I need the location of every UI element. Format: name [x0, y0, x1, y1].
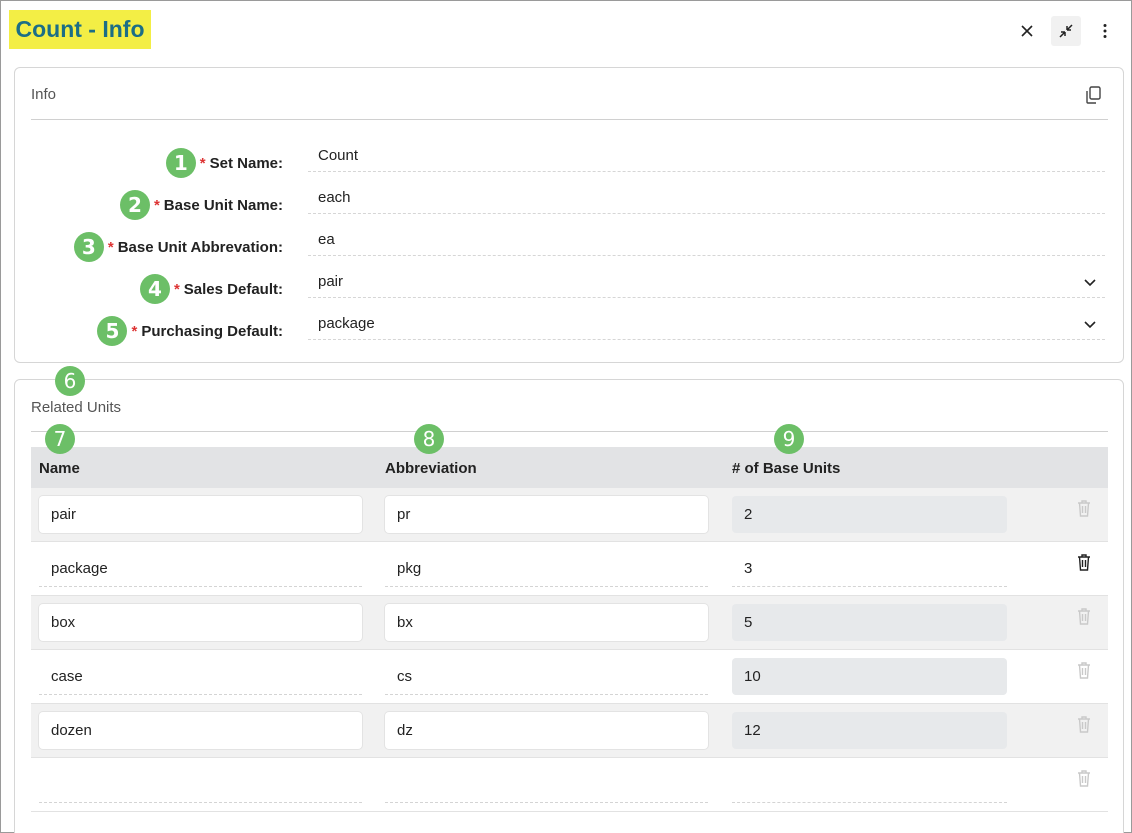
set-name-row: 1 * Set Name: Count: [15, 135, 1125, 178]
unit-name-input[interactable]: package: [39, 550, 362, 587]
sales-default-label-text: Sales Default:: [183, 280, 283, 298]
purchasing-default-label-text: Purchasing Default:: [141, 322, 283, 340]
related-units-card: Related Units Name Abbreviation # of Bas…: [14, 379, 1124, 833]
table-row: dozen dz 12: [31, 704, 1108, 758]
trash-icon[interactable]: [1075, 660, 1093, 680]
trash-icon[interactable]: [1075, 768, 1093, 788]
related-units-divider: [31, 431, 1108, 432]
unit-name-input[interactable]: box: [39, 604, 362, 641]
unit-abbreviation-input[interactable]: cs: [385, 658, 708, 695]
set-name-field[interactable]: Count: [308, 139, 1105, 172]
column-header-abbreviation: Abbreviation: [385, 460, 477, 477]
base-unit-abbreviation-field[interactable]: ea: [308, 223, 1105, 256]
base-unit-name-label: 2 * Base Unit Name:: [119, 190, 283, 220]
collapse-button[interactable]: [1051, 16, 1081, 46]
more-vertical-icon: [1103, 24, 1107, 38]
callout-marker: 1: [165, 148, 196, 178]
base-unit-name-row: 2 * Base Unit Name: each: [15, 177, 1125, 220]
base-unit-name-field[interactable]: each: [308, 181, 1105, 214]
unit-abbreviation-input[interactable]: pkg: [385, 550, 708, 587]
required-indicator: *: [153, 196, 160, 214]
table-row: case cs 10: [31, 650, 1108, 704]
column-header-base-units: # of Base Units: [732, 460, 841, 477]
unit-name-input[interactable]: pair: [39, 496, 362, 533]
table-row: box bx 5: [31, 596, 1108, 650]
close-button[interactable]: [1012, 16, 1042, 46]
base-unit-name-label-text: Base Unit Name:: [163, 196, 283, 214]
base-units-input[interactable]: 12: [732, 712, 1007, 749]
callout-marker: 5: [97, 316, 128, 346]
required-indicator: *: [199, 154, 206, 172]
set-name-label-text: Set Name:: [209, 154, 283, 172]
unit-abbreviation-input[interactable]: pr: [385, 496, 708, 533]
callout-marker: 9: [774, 424, 804, 454]
callout-marker: 6: [55, 366, 85, 396]
window-title-text: Count - Info: [15, 16, 145, 42]
callout-marker: 4: [139, 274, 170, 304]
table-row: pair pr 2: [31, 488, 1108, 542]
unit-abbreviation-input[interactable]: [385, 766, 708, 803]
copy-button[interactable]: [1083, 84, 1105, 106]
info-divider: [31, 119, 1108, 120]
more-options-button[interactable]: [1090, 16, 1120, 46]
unit-abbreviation-input[interactable]: bx: [385, 604, 708, 641]
callout-marker: 2: [119, 190, 150, 220]
table-row-new: [31, 758, 1108, 812]
unit-name-input[interactable]: case: [39, 658, 362, 695]
info-card-title: Info: [31, 86, 57, 103]
base-unit-abbreviation-label: 3 * Base Unit Abbrevation:: [73, 232, 283, 262]
purchasing-default-label: 5 * Purchasing Default:: [97, 316, 283, 346]
sales-default-label: 4 * Sales Default:: [139, 274, 283, 304]
trash-icon[interactable]: [1075, 498, 1093, 518]
base-units-input[interactable]: 3: [732, 550, 1007, 587]
column-header-name: Name: [39, 460, 80, 477]
trash-icon[interactable]: [1075, 606, 1093, 626]
purchasing-default-row: 5 * Purchasing Default: package: [15, 303, 1125, 346]
set-name-label: 1 * Set Name:: [165, 148, 283, 178]
trash-icon[interactable]: [1075, 714, 1093, 734]
sales-default-row: 4 * Sales Default: pair: [15, 261, 1125, 304]
chevron-down-icon: [1084, 279, 1096, 287]
callout-marker: 7: [45, 424, 75, 454]
related-units-title: Related Units: [31, 399, 122, 416]
collapse-icon: [1059, 24, 1073, 38]
purchasing-default-select[interactable]: package: [308, 307, 1105, 340]
base-unit-abbreviation-label-text: Base Unit Abbrevation:: [117, 238, 283, 256]
unit-name-input[interactable]: [39, 766, 362, 803]
trash-icon[interactable]: [1075, 552, 1093, 572]
callout-marker: 3: [73, 232, 104, 262]
base-units-input[interactable]: 5: [732, 604, 1007, 641]
base-unit-abbreviation-row: 3 * Base Unit Abbrevation: ea: [15, 219, 1125, 262]
base-units-input[interactable]: 2: [732, 496, 1007, 533]
chevron-down-icon: [1084, 321, 1096, 329]
required-indicator: *: [131, 322, 138, 340]
base-units-input[interactable]: [732, 766, 1007, 803]
purchasing-default-value: package: [318, 315, 375, 332]
window-title: Count - Info: [9, 10, 151, 49]
unit-abbreviation-input[interactable]: dz: [385, 712, 708, 749]
close-icon: [1021, 25, 1033, 37]
info-card: Info 1 * Set Name: Count 2 * Base Unit N…: [14, 67, 1124, 363]
copy-icon: [1086, 86, 1101, 104]
callout-marker: 8: [414, 424, 444, 454]
related-units-table-header: Name Abbreviation # of Base Units: [31, 447, 1108, 488]
required-indicator: *: [107, 238, 114, 256]
sales-default-select[interactable]: pair: [308, 265, 1105, 298]
table-row: package pkg 3: [31, 542, 1108, 596]
unit-name-input[interactable]: dozen: [39, 712, 362, 749]
base-units-input[interactable]: 10: [732, 658, 1007, 695]
required-indicator: *: [173, 280, 180, 298]
sales-default-value: pair: [318, 273, 344, 290]
